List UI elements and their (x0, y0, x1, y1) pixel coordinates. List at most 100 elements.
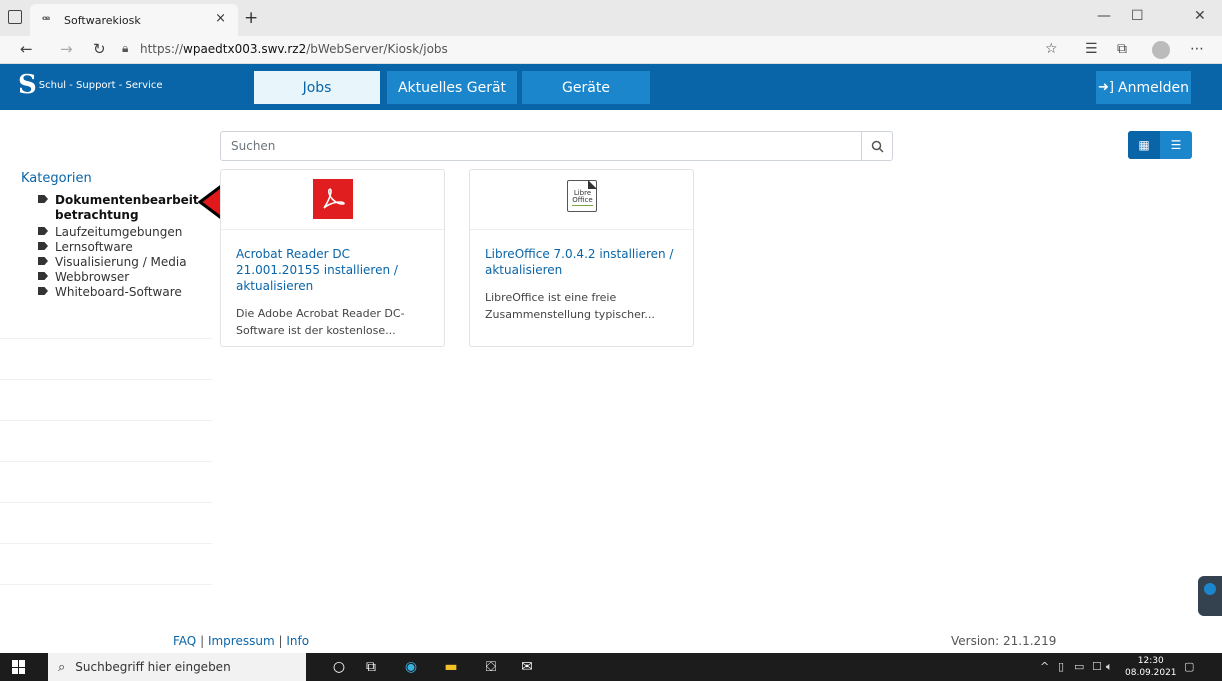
acrobat-reader-icon (313, 179, 353, 219)
edge-browser-icon[interactable]: ◉ (402, 658, 420, 676)
job-card-libreoffice[interactable]: Libre Office LibreOffice 7.0.4.2 install… (469, 169, 694, 347)
address-bar: ← → ↻ 🔒︎ https://wpaedtx003.swv.rz2/bWeb… (0, 36, 1222, 64)
card-image (221, 170, 444, 230)
category-item-laufzeitumgebungen[interactable]: Laufzeitumgebungen (38, 225, 198, 240)
acrobat-swirl-icon (323, 188, 345, 209)
impressum-link[interactable]: Impressum (208, 634, 275, 648)
logo-text: Schul - Support - Service (38, 79, 163, 91)
search-icon (871, 140, 884, 153)
collections-icon[interactable]: ⧉ (1117, 41, 1127, 57)
tag-icon (38, 287, 48, 295)
sidebar-dividers (0, 338, 212, 625)
faq-link[interactable]: FAQ (173, 634, 196, 648)
tray-overflow-icon[interactable]: ^ (1040, 660, 1049, 673)
taskbar-search[interactable]: ⌕ Suchbegriff hier eingeben (48, 653, 306, 681)
footer-links: FAQ | Impressum | Info (173, 634, 309, 648)
footer-separator: | (278, 634, 283, 648)
tab-actions-icon[interactable] (8, 10, 22, 24)
favorite-add-icon[interactable]: ☆ (1045, 41, 1058, 57)
category-item-webbrowser[interactable]: Webbrowser (38, 270, 198, 285)
tray-device-icon[interactable]: ▯ (1058, 660, 1064, 673)
logo[interactable]: S Schul - Support - Service (18, 72, 163, 98)
site-header: S Schul - Support - Service Jobs Aktuell… (0, 64, 1222, 110)
category-label: Webbrowser (55, 270, 130, 284)
url-field[interactable]: https://wpaedtx003.swv.rz2/bWebServer/Ki… (140, 42, 448, 56)
category-item-visualisierung[interactable]: Visualisierung / Media (38, 255, 198, 270)
search-icon: ⌕ (58, 659, 66, 675)
clock-date: 08.09.2021 (1125, 668, 1177, 678)
logo-underline (572, 205, 593, 206)
file-explorer-icon[interactable]: ▬ (442, 658, 460, 676)
card-title[interactable]: LibreOffice 7.0.4.2 installieren / aktua… (485, 246, 685, 278)
footer: FAQ | Impressum | Info Version: 21.1.219 (0, 632, 1222, 652)
tab-geraete[interactable]: Geräte (522, 71, 650, 104)
minimize-icon[interactable]: — (1097, 8, 1111, 24)
clock-time: 12:30 (1137, 656, 1164, 666)
back-icon[interactable]: ← (20, 40, 33, 58)
store-icon[interactable]: ⛋ (482, 658, 500, 676)
tray-display-icon[interactable]: ☐ (1092, 660, 1102, 673)
url-host: wpaedtx003.swv.rz2 (183, 42, 307, 56)
tag-icon (38, 272, 48, 280)
category-item-whiteboard[interactable]: Whiteboard-Software (38, 285, 198, 300)
version-label: Version: 21.1.219 (951, 634, 1057, 648)
url-path: /bWebServer/Kiosk/jobs (306, 42, 448, 56)
tag-icon (38, 195, 48, 203)
tab-jobs[interactable]: Jobs (254, 71, 380, 104)
reload-icon[interactable]: ↻ (93, 40, 106, 58)
logo-mark: S (18, 70, 37, 100)
maximize-icon[interactable]: ☐ (1131, 8, 1144, 24)
teamviewer-icon (1204, 583, 1216, 595)
url-scheme: https:// (140, 42, 184, 56)
profile-avatar[interactable] (1152, 41, 1170, 59)
taskbar-search-placeholder: Suchbegriff hier eingeben (75, 660, 231, 674)
search-input[interactable] (220, 131, 862, 161)
card-title[interactable]: Acrobat Reader DC 21.001.20155 installie… (236, 246, 436, 294)
remote-support-widget[interactable] (1198, 576, 1222, 616)
tab-close-icon[interactable]: × (215, 11, 226, 26)
login-button[interactable]: ➜] Anmelden (1096, 71, 1191, 104)
tray-network-icon[interactable]: ▭ (1074, 660, 1084, 673)
forward-icon[interactable]: → (60, 40, 73, 58)
info-link[interactable]: Info (286, 634, 309, 648)
browser-tab-bar: ꟹ Softwarekiosk × + — ☐ ✕ (0, 0, 1222, 36)
lock-icon[interactable]: 🔒︎ (122, 41, 128, 56)
grid-view-icon[interactable]: ▦ (1128, 131, 1160, 159)
windows-taskbar: ⌕ Suchbegriff hier eingeben ○ ⧉ ◉ ▬ ⛋ ✉ … (0, 653, 1222, 681)
category-item-lernsoftware[interactable]: Lernsoftware (38, 240, 198, 255)
task-view-icon[interactable]: ⧉ (362, 658, 380, 676)
category-label: Dokumentenbearbeit... betrachtung (55, 193, 213, 222)
card-description: Die Adobe Acrobat Reader DC-Software ist… (236, 307, 405, 337)
mail-icon[interactable]: ✉ (518, 658, 536, 676)
footer-separator: | (200, 634, 205, 648)
tag-icon (38, 227, 48, 235)
notifications-icon[interactable]: ▢ (1184, 660, 1194, 673)
page-fold (588, 180, 597, 189)
category-label: Whiteboard-Software (55, 285, 182, 299)
libreoffice-logo-text: Libre Office (572, 189, 593, 204)
search-button[interactable] (861, 131, 893, 161)
list-view-icon[interactable]: ☰ (1160, 131, 1192, 159)
category-label: Visualisierung / Media (55, 255, 187, 269)
sidebar-title: Kategorien (21, 171, 92, 186)
more-menu-icon[interactable]: ⋯ (1190, 41, 1204, 57)
category-item-dokumentenbearbeitung[interactable]: Dokumentenbearbeit... betrachtung (38, 193, 212, 223)
volume-icon[interactable]: 🔈︎ (1106, 660, 1113, 674)
view-toggle: ▦ ☰ (1128, 131, 1192, 159)
card-description: LibreOffice ist eine freie Zusammenstell… (485, 291, 655, 321)
job-card-acrobat[interactable]: Acrobat Reader DC 21.001.20155 installie… (220, 169, 445, 347)
clock[interactable]: 12:30 08.09.2021 (1125, 655, 1177, 679)
favorites-icon[interactable]: ☰ (1085, 41, 1098, 57)
category-label: Lernsoftware (55, 240, 133, 254)
browser-tab-title: Softwarekiosk (64, 13, 141, 27)
tab-aktuelles-geraet[interactable]: Aktuelles Gerät (387, 71, 517, 104)
new-tab-button[interactable]: + (244, 8, 258, 28)
sign-in-icon: ➜] (1098, 80, 1114, 95)
card-image: Libre Office (470, 170, 693, 230)
category-list: Dokumentenbearbeit... betrachtung Laufze… (38, 193, 212, 300)
cortana-icon[interactable]: ○ (330, 658, 348, 676)
windows-start-icon[interactable] (12, 660, 26, 674)
browser-tab[interactable]: ꟹ Softwarekiosk × (30, 4, 238, 36)
window-close-icon[interactable]: ✕ (1194, 8, 1206, 24)
category-label: Laufzeitumgebungen (55, 225, 183, 239)
